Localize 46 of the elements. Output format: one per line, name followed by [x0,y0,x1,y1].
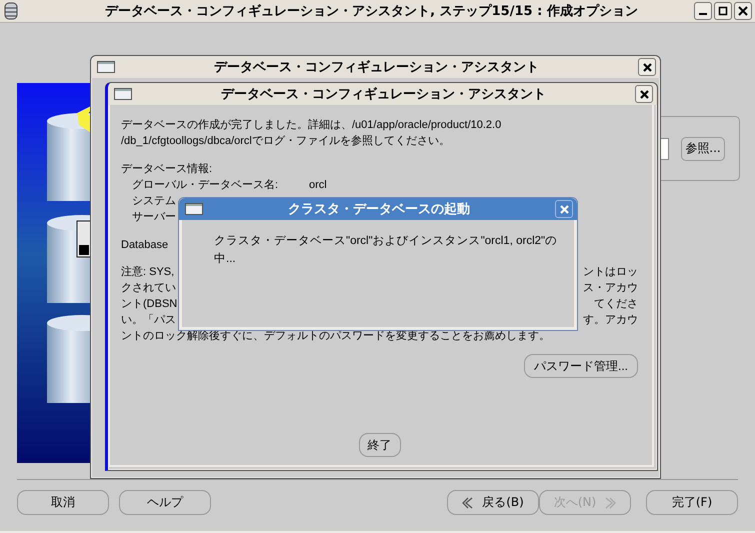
section-heading: データベース情報: [121,162,214,177]
note-text: い。「パス [121,313,176,328]
dialog-title: クラスタ・データベースの起動 [287,201,471,218]
field-value: orcl [309,178,327,193]
button[interactable]: 完了(F) [646,490,738,515]
close-icon [642,62,652,72]
close-button[interactable] [635,85,653,103]
dialog-title: データベース・コンフィギュレーション・アシスタント [213,59,540,76]
chevron-right-icon [604,496,616,508]
database-icon [3,2,19,20]
field-label: サーバー [132,210,176,225]
note-text: てくださ [594,297,638,312]
window-title: データベース・コンフィギュレーション・アシスタント, ステップ15/15 : 作成オプション [104,2,639,20]
note-text: クされてい [121,281,176,296]
maximize-button[interactable] [714,2,732,20]
minimize-icon [699,13,707,15]
note-text: ント(DBSN [121,297,178,312]
minimize-button[interactable] [694,2,712,20]
window-icon [97,61,115,73]
back-button[interactable]: 戻る(B) [447,490,539,515]
button[interactable]: 取消 [17,490,109,515]
close-icon [640,90,648,98]
dialog-title: データベース・コンフィギュレーション・アシスタント [220,86,547,103]
button[interactable]: ヘルプ [119,490,211,515]
message-text: /db_1/cfgtoollogs/dbca/orclでログ・ファイルを参照してください。 [121,134,451,149]
field-label: グローバル・データベース名: [132,178,280,193]
database-text: Database [121,238,168,253]
note-text: す。アカウ [583,313,638,328]
maximize-icon [718,6,728,16]
field-label: システム [132,194,176,209]
note-text: ントはロッ [583,265,638,280]
window-icon [114,88,132,100]
message-text: データベースの作成が完了しました。詳細は、/u01/app/oracle/product/10.2.0 [121,118,502,133]
close-button[interactable] [638,58,656,76]
close-icon [560,204,568,214]
message-text: クラスタ・データベース"orcl"およびインスタンス"orcl1, orcl2"の [214,234,558,249]
close-button[interactable] [734,2,752,20]
password-button[interactable]: パスワード管理... [524,354,638,378]
exit-button[interactable]: 終了 [358,433,400,457]
close-icon [738,6,748,16]
browse-button[interactable]: 参照... [681,136,725,160]
note-text: ス・アカウ [583,281,638,296]
note-text: 注意: SYS, [121,264,174,280]
message-text: 中... [214,252,237,267]
window-icon [185,203,203,215]
chevron-left-icon [462,496,474,508]
